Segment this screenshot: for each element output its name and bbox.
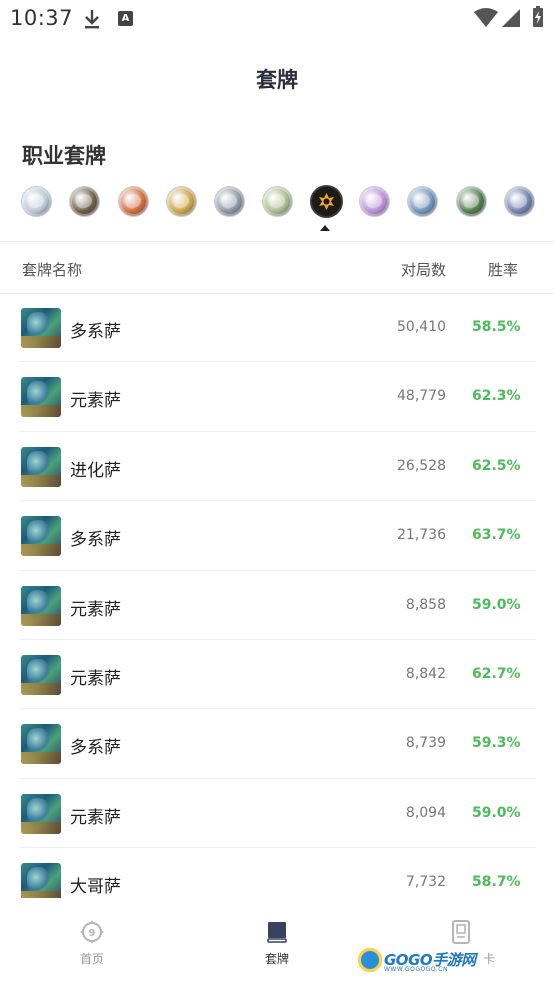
- class-icon-1[interactable]: [22, 187, 51, 216]
- deck-winrate: 63.7%: [472, 527, 521, 544]
- class-icon-10[interactable]: [456, 187, 486, 216]
- deck-row[interactable]: 元素萨 8,858 59.0%: [20, 571, 536, 640]
- deck-row[interactable]: 进化萨 26,528 62.5%: [20, 432, 536, 502]
- deck-row[interactable]: 多系萨 21,736 63.7%: [20, 501, 536, 571]
- deck-games: 8,858: [405, 596, 446, 613]
- deck-winrate: 58.7%: [472, 874, 521, 891]
- class-icon-9[interactable]: [408, 187, 438, 216]
- deck-winrate: 59.3%: [472, 735, 521, 752]
- column-header-winrate[interactable]: 胜率: [472, 259, 518, 280]
- battery-charging-icon: [533, 6, 543, 27]
- deck-name: 大哥萨: [70, 877, 121, 898]
- book-icon: [267, 922, 287, 943]
- deck-games: 21,736: [397, 527, 446, 544]
- nav-home-label: 首页: [79, 952, 104, 966]
- deck-games: 48,779: [397, 388, 446, 405]
- deck-name: 多系萨: [70, 738, 121, 759]
- deck-games: 50,410: [397, 319, 446, 335]
- deck-list: 多系萨 50,410 58.5% 元素萨 48,779 62.3% 进化萨 26,528 62.…: [0, 293, 554, 898]
- deck-winrate: 62.5%: [472, 457, 521, 474]
- deck-games: 8,739: [405, 735, 446, 752]
- deck-name: 多系萨: [70, 322, 121, 342]
- watermark-logo-icon: [358, 948, 382, 972]
- class-icon-11[interactable]: [504, 187, 534, 216]
- deck-name: 元素萨: [70, 668, 121, 689]
- deck-row[interactable]: 多系萨 8,739 59.3%: [20, 709, 536, 779]
- deck-games: 26,528: [397, 457, 446, 474]
- nav-home[interactable]: 9 首页: [32, 906, 152, 984]
- class-icon-2[interactable]: [70, 187, 100, 216]
- download-icon: [85, 10, 99, 29]
- deck-winrate: 62.3%: [472, 388, 521, 405]
- watermark: GOGO手游网 WWW.GOGOGO.CN: [358, 948, 478, 974]
- deck-row[interactable]: 元素萨 48,779 62.3%: [20, 362, 536, 432]
- deck-name: 多系萨: [70, 530, 121, 551]
- card-icon: [452, 920, 470, 944]
- deck-games: 8,094: [405, 804, 446, 821]
- home-gear-icon: 9: [80, 920, 104, 944]
- deck-thumbnail: [21, 377, 61, 418]
- deck-winrate: 62.7%: [472, 665, 521, 682]
- deck-thumbnail: [21, 308, 61, 348]
- class-selector: [22, 187, 534, 217]
- deck-thumbnail: [21, 863, 61, 898]
- nav-decks[interactable]: 套牌: [217, 906, 337, 984]
- deck-thumbnail: [21, 654, 61, 695]
- deck-row[interactable]: 元素萨 8,842 62.7%: [20, 640, 536, 710]
- deck-name: 元素萨: [70, 599, 121, 620]
- section-title: 职业套牌: [22, 144, 106, 168]
- column-header-games[interactable]: 对局数: [372, 259, 446, 280]
- class-icon-7[interactable]: [311, 187, 341, 216]
- deck-row[interactable]: 元素萨 8,094 59.0%: [20, 779, 536, 849]
- deck-winrate: 59.0%: [472, 804, 521, 821]
- class-icon-6[interactable]: [263, 187, 293, 216]
- svg-text:9: 9: [89, 928, 96, 939]
- deck-name: 元素萨: [70, 807, 121, 828]
- deck-row[interactable]: 多系萨 50,410 58.5%: [20, 293, 536, 363]
- deck-games: 7,732: [405, 874, 446, 891]
- watermark-sub: WWW.GOGOGO.CN: [384, 966, 448, 973]
- deck-thumbnail: [21, 793, 61, 834]
- class-icon-8[interactable]: [360, 187, 390, 216]
- nav-decks-label: 套牌: [264, 952, 289, 966]
- deck-row[interactable]: 大哥萨 7,732 58.7%: [20, 848, 536, 898]
- deck-name: 进化萨: [70, 460, 121, 481]
- a-icon: A: [118, 11, 133, 26]
- class-icon-4[interactable]: [166, 187, 196, 216]
- wifi-icon: [474, 8, 498, 27]
- deck-thumbnail: [21, 724, 61, 765]
- deck-thumbnail: [21, 516, 61, 557]
- deck-thumbnail: [21, 585, 61, 626]
- column-header-name: 套牌名称: [22, 261, 83, 279]
- deck-thumbnail: [21, 446, 61, 487]
- selected-class-indicator: [320, 225, 330, 231]
- deck-name: 元素萨: [70, 391, 121, 412]
- deck-winrate: 58.5%: [472, 319, 521, 335]
- page-title: 套牌: [256, 68, 298, 92]
- table-header: 套牌名称 对局数 胜率: [0, 242, 554, 293]
- class-icon-5[interactable]: [215, 187, 245, 216]
- class-icon-3[interactable]: [118, 187, 148, 216]
- signal-icon: [502, 9, 520, 27]
- deck-winrate: 59.0%: [472, 596, 521, 613]
- deck-games: 8,842: [405, 665, 446, 682]
- status-time: 10:37: [10, 6, 74, 30]
- status-bar: 10:37 A: [0, 0, 554, 38]
